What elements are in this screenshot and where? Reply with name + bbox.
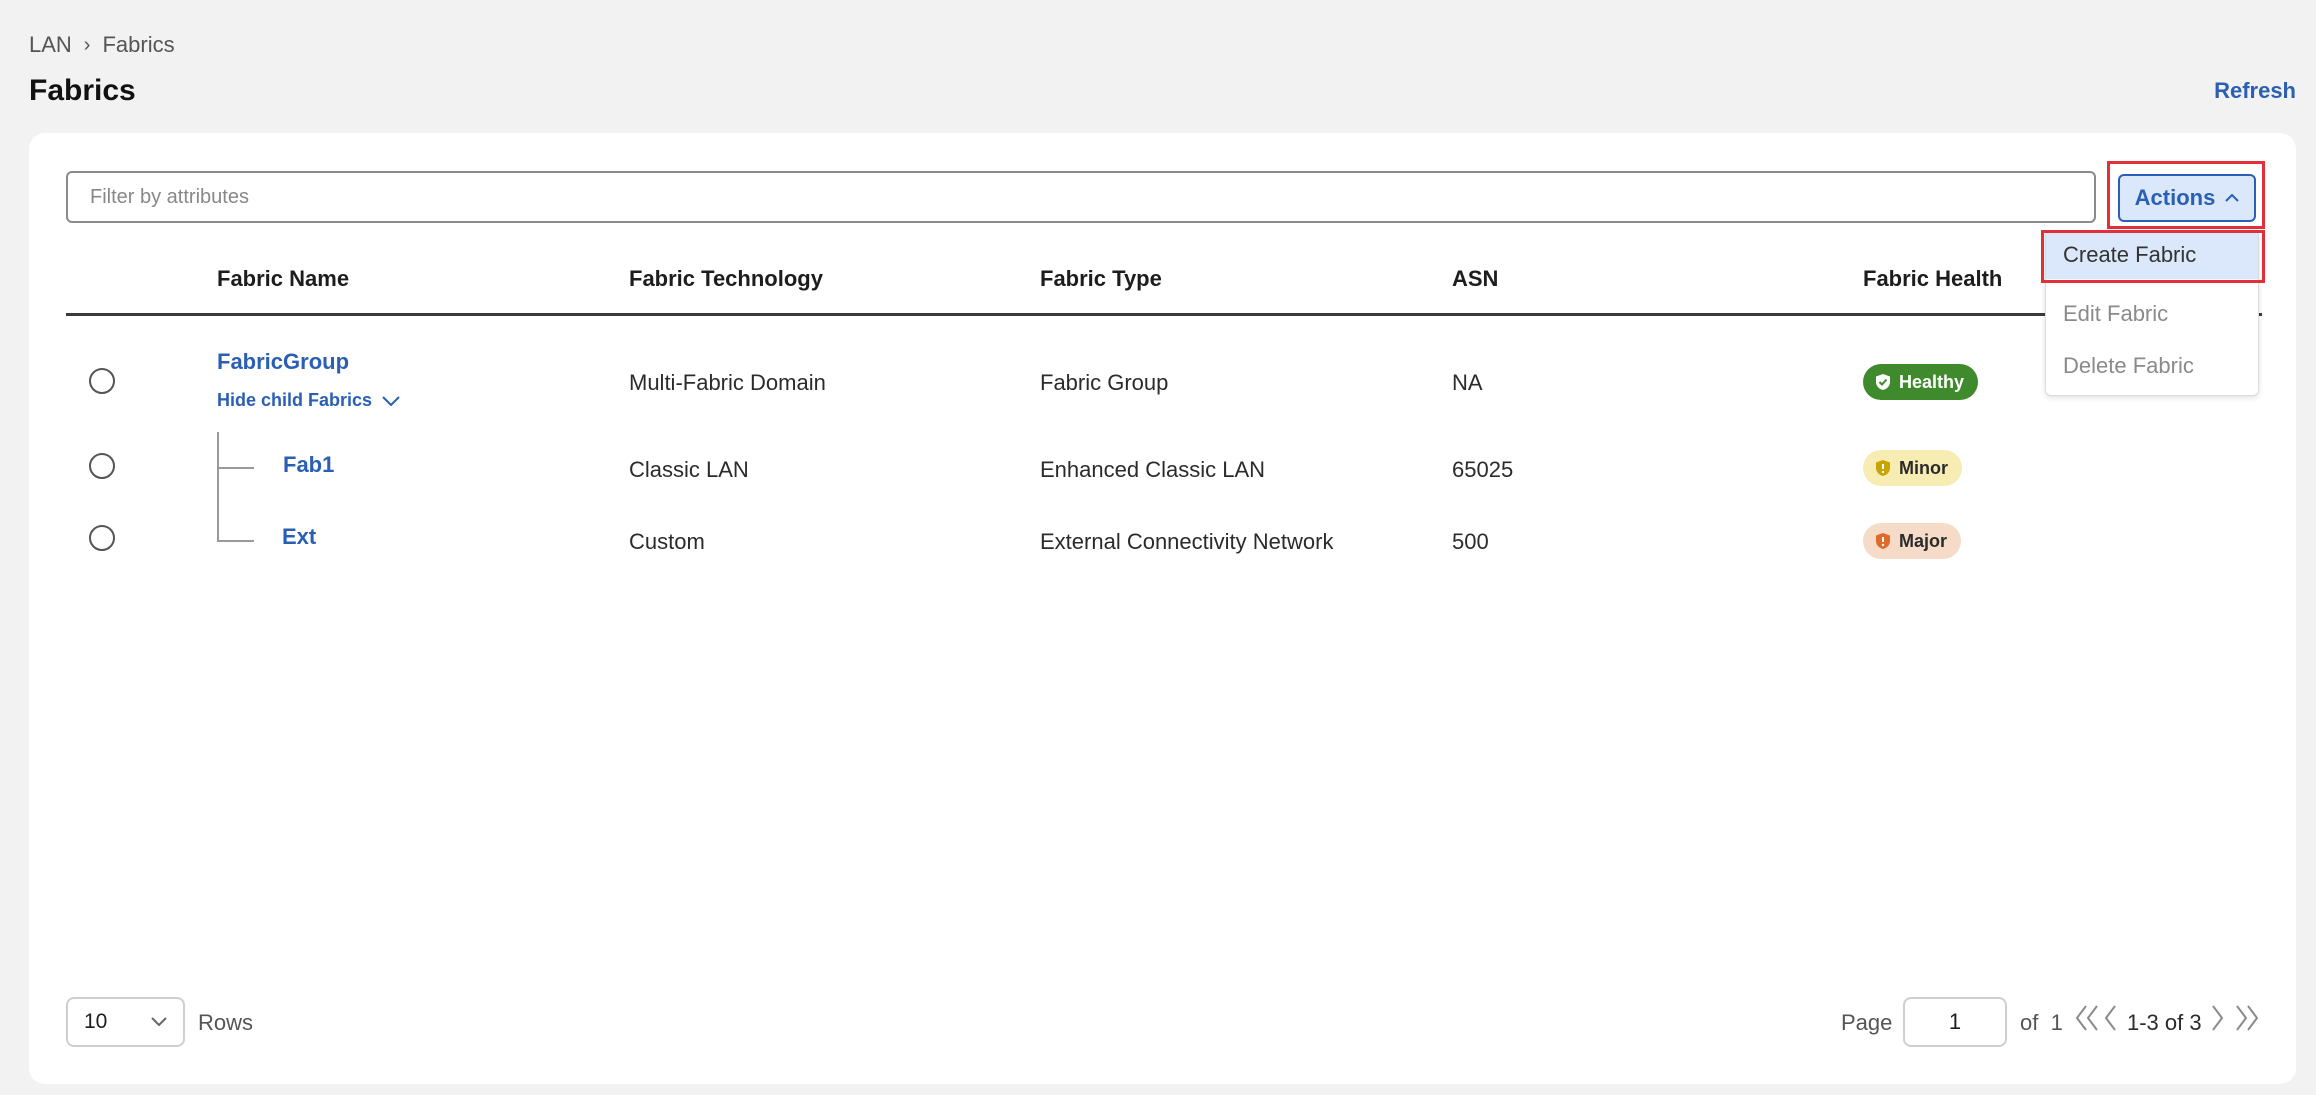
rows-per-page-select[interactable]: 10 [66, 997, 185, 1047]
page-label: Page [1841, 1010, 1893, 1035]
next-page-icon[interactable] [2210, 1003, 2226, 1033]
chevron-down-icon [382, 395, 400, 406]
health-label: Healthy [1899, 371, 1965, 392]
rows-per-page-value: 10 [84, 1010, 108, 1033]
breadcrumb: LAN › Fabrics [29, 32, 175, 58]
status-badge: Healthy [1863, 364, 1979, 400]
page-number-input[interactable]: 1 [1903, 997, 2007, 1047]
fabric-asn: 65025 [1452, 457, 1514, 482]
chevron-up-icon [2225, 193, 2240, 202]
shield-icon [1876, 460, 1890, 476]
of-label: of [2020, 1010, 2039, 1035]
fabric-type: Enhanced Classic LAN [1040, 457, 1266, 482]
tree-connector [217, 432, 219, 542]
fabric-name-link[interactable]: Ext [282, 524, 316, 550]
breadcrumb-fabrics: Fabrics [102, 32, 175, 57]
header-fabric-technology[interactable]: Fabric Technology [629, 266, 823, 292]
of-total-pages: of 1 [2020, 1010, 2063, 1036]
hide-child-fabrics-label: Hide child Fabrics [217, 390, 373, 410]
row-select-radio[interactable] [89, 368, 115, 394]
shield-check-icon [1876, 374, 1890, 390]
rows-label: Rows [198, 1010, 254, 1035]
previous-page-icon[interactable] [2102, 1003, 2118, 1033]
status-badge: Minor [1863, 450, 1962, 486]
tree-connector [217, 467, 254, 469]
chevron-down-icon [151, 1017, 167, 1027]
row-select-radio[interactable] [89, 525, 115, 551]
fabric-technology: Custom [629, 529, 705, 554]
refresh-button[interactable]: Refresh [2214, 78, 2296, 104]
filter-input[interactable]: Filter by attributes [66, 171, 2096, 223]
fabric-asn: NA [1452, 370, 1483, 395]
health-label: Major [1899, 530, 1948, 551]
status-badge: Major [1863, 523, 1962, 559]
menu-item-delete-fabric[interactable]: Delete Fabric [2046, 342, 2258, 390]
actions-button[interactable]: Actions [2118, 174, 2256, 222]
header-divider [66, 313, 2262, 316]
tree-connector [217, 540, 254, 542]
fabric-technology: Classic LAN [629, 457, 749, 482]
menu-item-edit-fabric[interactable]: Edit Fabric [2046, 290, 2258, 338]
page-range: 1-3 of 3 [2127, 1010, 2202, 1035]
first-page-icon[interactable] [2074, 1003, 2100, 1033]
header-fabric-name[interactable]: Fabric Name [217, 266, 349, 292]
chevron-right-icon: › [83, 33, 91, 56]
fabric-technology: Multi-Fabric Domain [629, 370, 826, 395]
actions-label: Actions [2134, 185, 2216, 210]
shield-icon [1876, 533, 1890, 549]
header-fabric-health[interactable]: Fabric Health [1863, 266, 2002, 292]
fabric-asn: 500 [1452, 529, 1489, 554]
create-fabric-highlight [2041, 230, 2265, 283]
total-pages: 1 [2050, 1010, 2063, 1035]
fabric-name-link[interactable]: Fab1 [283, 452, 334, 478]
header-asn[interactable]: ASN [1452, 266, 1498, 292]
breadcrumb-lan[interactable]: LAN [29, 32, 72, 58]
hide-child-fabrics-toggle[interactable]: Hide child Fabrics [217, 390, 400, 411]
fabric-name-link[interactable]: FabricGroup [217, 349, 349, 375]
page-title: Fabrics [29, 74, 136, 107]
health-label: Minor [1899, 457, 1948, 478]
header-fabric-type[interactable]: Fabric Type [1040, 266, 1162, 292]
fabric-type: Fabric Group [1040, 370, 1169, 395]
fabric-type: External Connectivity Network [1040, 529, 1334, 554]
row-select-radio[interactable] [89, 453, 115, 479]
last-page-icon[interactable] [2234, 1003, 2260, 1033]
